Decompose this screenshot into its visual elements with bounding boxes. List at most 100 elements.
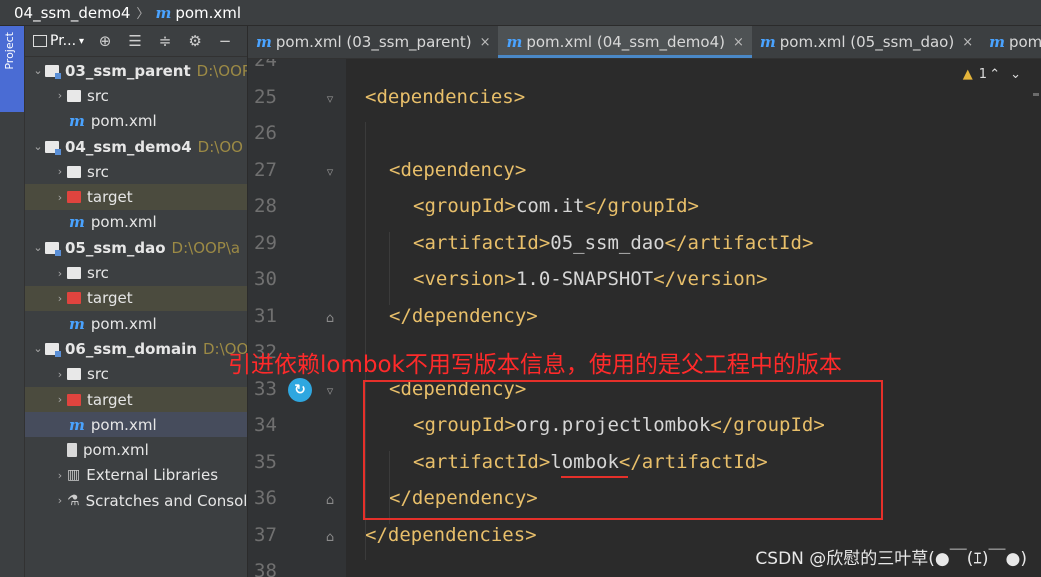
chevron-down-icon[interactable]: ⌄ [31, 140, 45, 153]
fold-marker-icon[interactable]: ▿ [324, 165, 336, 180]
breadcrumb-project[interactable]: 04_ssm_demo4 [14, 4, 130, 22]
xml-file-icon [67, 443, 77, 458]
chevron-right-icon[interactable]: › [53, 469, 67, 482]
editor-tab[interactable]: m pom.xml (04_ssm_demo4) × [498, 26, 753, 58]
code-line[interactable]: <dependencies> [365, 86, 525, 108]
code-line[interactable]: </dependencies> [365, 524, 537, 546]
tree-item-label: 03_ssm_parent [65, 61, 191, 80]
chevron-right-icon[interactable]: › [53, 368, 67, 381]
tree-item[interactable]: ⌄ 06_ssm_domain D:\OO [25, 336, 247, 361]
hide-icon[interactable]: − [216, 32, 234, 50]
tree-item[interactable]: ⌄ 04_ssm_demo4 D:\OO [25, 134, 247, 159]
close-icon[interactable]: × [733, 35, 744, 50]
scrollbar-mark[interactable] [1033, 93, 1039, 96]
maven-file-icon: m [69, 213, 85, 232]
xml-text: 1.0-SNAPSHOT [515, 268, 654, 290]
project-view-selector[interactable]: Pr... ▾ [33, 33, 84, 49]
project-tool-window-tab[interactable]: Project [0, 26, 24, 112]
code-line[interactable]: <artifactId>05_ssm_dao</artifactId> [413, 232, 813, 254]
fold-marker-icon[interactable]: ⌂ [324, 311, 336, 326]
navigation-arrows[interactable]: ⌃⌄ [989, 67, 1031, 82]
folder-icon [67, 89, 81, 102]
editor-tab[interactable]: mpom.xml [981, 26, 1041, 58]
fold-marker-icon[interactable]: ⌂ [324, 530, 336, 545]
folder-icon [67, 165, 81, 178]
line-number: 31 [254, 304, 277, 327]
project-panel: Pr... ▾ ⊕ ☰ ≑ ⚙ − ⌄ 03_ssm_parent D:\OOP › s… [25, 26, 247, 577]
navigation-bar: 04_ssm_demo4 〉 m pom.xml [0, 0, 1041, 26]
editor-tab-label: pom.xml [1008, 33, 1041, 51]
fold-marker-icon[interactable]: ⌂ [324, 494, 336, 508]
chevron-right-icon[interactable]: › [53, 393, 67, 406]
excluded-folder-icon [67, 191, 81, 204]
tree-item[interactable]: › src [25, 159, 247, 184]
tree-item[interactable]: › target [25, 184, 247, 210]
maven-update-icon[interactable]: ↻ [288, 378, 312, 402]
editor-tab-label: pom.xml (04_ssm_demo4) [526, 33, 725, 51]
chevron-right-icon[interactable]: › [53, 191, 67, 204]
tree-item[interactable]: › src [25, 362, 247, 387]
tree-item[interactable]: pom.xml [25, 437, 247, 462]
chevron-right-icon[interactable]: › [53, 292, 67, 305]
fold-marker-icon[interactable]: ▿ [324, 92, 336, 107]
chevron-down-icon[interactable]: ⌄ [31, 342, 45, 355]
tree-item[interactable]: ⌄ 03_ssm_parent D:\OOP [25, 58, 247, 83]
editor-tab[interactable]: m pom.xml (05_ssm_dao) × [752, 26, 981, 58]
tree-item[interactable]: › target [25, 285, 247, 311]
chevron-down-icon[interactable]: ⌄ [31, 64, 45, 77]
watermark: CSDN @欣慰的三叶草(●￣(ｴ)￣●) [755, 549, 1027, 569]
chevron-right-icon[interactable]: › [53, 165, 67, 178]
tree-item[interactable]: ⌄ 05_ssm_dao D:\OOP\a [25, 235, 247, 260]
chevron-down-icon[interactable]: ⌄ [31, 241, 45, 254]
editor-tab-label: pom.xml (05_ssm_dao) [779, 33, 955, 51]
tree-item[interactable]: m pom.xml [25, 210, 247, 235]
close-icon[interactable]: × [962, 35, 973, 50]
left-tool-stripe: Project [0, 26, 25, 577]
fold-marker-icon[interactable]: ▿ [324, 384, 336, 399]
tree-item[interactable]: m pom.xml [25, 412, 247, 438]
tree-item[interactable]: m pom.xml [25, 311, 247, 336]
tree-item-label: pom.xml [83, 441, 149, 460]
excluded-folder-icon [67, 393, 81, 406]
xml-tag: <version> [413, 268, 516, 290]
tree-item[interactable]: › src [25, 260, 247, 285]
collapse-all-icon[interactable]: ≑ [156, 32, 174, 50]
chevron-right-icon[interactable]: › [53, 89, 67, 102]
inspection-widget[interactable]: ▲ 1 [963, 67, 987, 82]
code-line[interactable]: <version>1.0-SNAPSHOT</version> [413, 268, 768, 290]
chevron-down-icon: ▾ [79, 35, 85, 47]
tree-item[interactable]: › ▥ External Libraries [25, 463, 247, 488]
xml-tag: </dependencies> [365, 523, 537, 546]
editor-tab[interactable]: m pom.xml (03_ssm_parent) × [248, 26, 498, 58]
tree-item-label: 05_ssm_dao [65, 238, 166, 257]
tree-item[interactable]: m pom.xml [25, 109, 247, 134]
tree-item-label: target [87, 289, 133, 308]
annotation-underline [561, 476, 628, 478]
code-line[interactable]: <groupId>com.it</groupId> [413, 195, 699, 217]
chevron-down-icon[interactable]: ⌄ [1010, 67, 1031, 82]
gear-icon[interactable]: ⚙ [186, 32, 204, 50]
tree-item[interactable]: › ⚗ Scratches and Consoles [25, 488, 247, 513]
locate-icon[interactable]: ⊕ [96, 32, 114, 50]
xml-text: 05_ssm_dao [550, 231, 665, 254]
chevron-right-icon[interactable]: › [53, 267, 67, 280]
tree-item-label: pom.xml [90, 415, 157, 434]
code-line[interactable]: <dependency> [389, 159, 526, 181]
tree-item[interactable]: › src [25, 83, 247, 108]
project-view-icon [33, 35, 47, 47]
editor-tab-label: pom.xml (03_ssm_parent) [275, 33, 472, 51]
indent-guide [389, 231, 390, 305]
project-tab-label: Project [3, 32, 16, 70]
tree-item-label: pom.xml [90, 213, 157, 232]
close-icon[interactable]: × [480, 35, 491, 50]
libraries-icon: ▥ [67, 467, 81, 484]
tree-item[interactable]: › target [25, 386, 247, 413]
code-line[interactable]: </dependency> [389, 305, 538, 327]
line-number: 36 [254, 487, 277, 509]
excluded-folder-icon [67, 292, 81, 305]
expand-all-icon[interactable]: ☰ [126, 32, 144, 50]
maven-file-icon: m [69, 314, 85, 333]
chevron-right-icon[interactable]: › [53, 494, 67, 507]
chevron-up-icon[interactable]: ⌃ [989, 67, 1010, 82]
breadcrumb-file[interactable]: pom.xml [175, 4, 241, 22]
